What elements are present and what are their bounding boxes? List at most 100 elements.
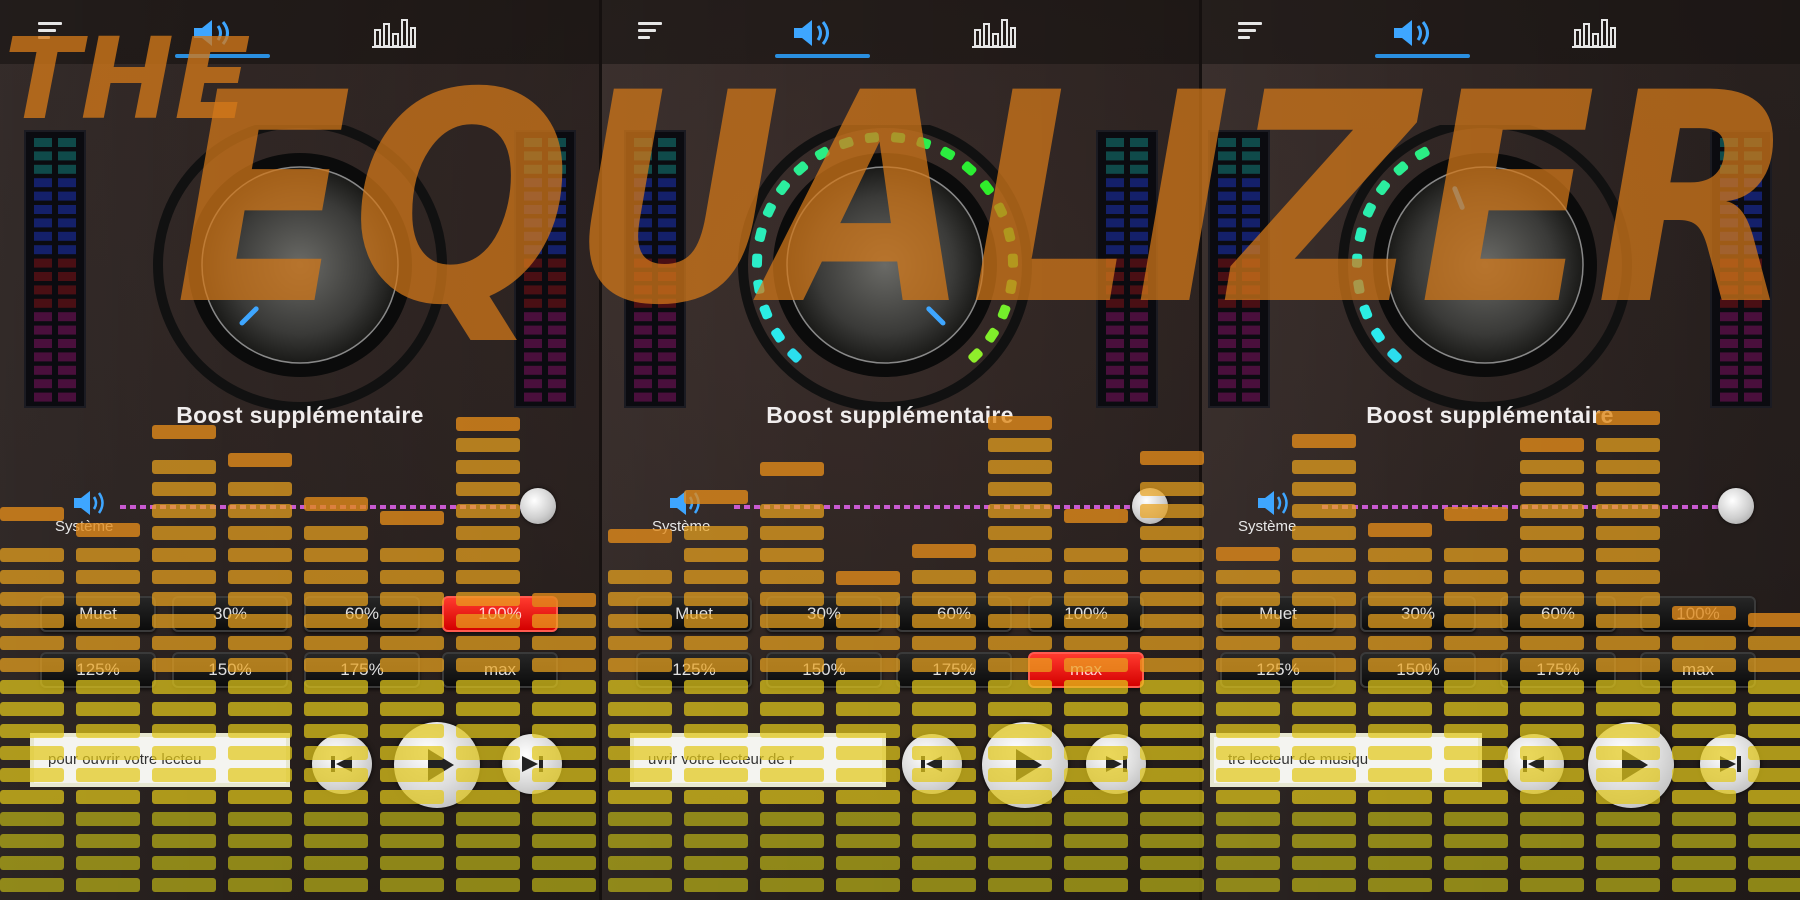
preset-button-150[interactable]: 150% [172, 652, 288, 688]
play-button[interactable] [394, 722, 480, 808]
vu-segment [34, 325, 52, 335]
skip-next-button[interactable] [1086, 734, 1146, 794]
vu-segment [1106, 231, 1124, 241]
vu-segment [658, 312, 676, 322]
preset-button-100[interactable]: 100% [1028, 596, 1144, 632]
preset-button-max[interactable]: max [1028, 652, 1144, 688]
vu-segment [634, 272, 652, 281]
preset-button-100[interactable]: 100% [442, 596, 558, 632]
system-volume-slider[interactable] [120, 488, 556, 524]
vu-segment [1106, 258, 1124, 268]
vu-segment [1744, 231, 1762, 241]
knob-dial[interactable] [1320, 125, 1650, 415]
preset-button-100[interactable]: 100% [1640, 596, 1756, 632]
play-button[interactable] [1588, 722, 1674, 808]
vu-segment [524, 325, 542, 335]
knob-level-segment [1605, 279, 1617, 294]
system-volume-slider[interactable] [1322, 488, 1754, 524]
equalizer-panel-2: Boost supplémentaire Système Muet 30% 60… [600, 0, 1200, 900]
preset-button-175[interactable]: 175% [1500, 652, 1616, 688]
knob-level-segment [890, 132, 906, 144]
equalizer-bars-icon[interactable] [970, 16, 1018, 50]
open-player-field[interactable]: pour ouvrir votre lecteu [30, 733, 290, 787]
vu-segment [524, 339, 542, 348]
preset-button-125[interactable]: 125% [1220, 652, 1336, 688]
vu-segment [58, 191, 76, 201]
preset-button-30[interactable]: 30% [766, 596, 882, 632]
preset-button-max[interactable]: max [1640, 652, 1756, 688]
vu-segment [1720, 258, 1738, 268]
knob-level-segment [412, 304, 426, 321]
skip-previous-button[interactable] [1504, 734, 1564, 794]
preset-button-125[interactable]: 125% [40, 652, 156, 688]
equalizer-bars-icon[interactable] [370, 16, 418, 50]
slider-track[interactable] [1322, 505, 1740, 509]
skip-previous-button[interactable] [902, 734, 962, 794]
preset-button-max[interactable]: max [442, 652, 558, 688]
preset-button-30[interactable]: 30% [172, 596, 288, 632]
vu-segment [1130, 191, 1148, 201]
slider-thumb[interactable] [1718, 488, 1754, 524]
vu-segment [34, 218, 52, 228]
vu-segment [634, 218, 652, 228]
vu-segment [1218, 218, 1236, 228]
boost-label: Boost supplémentaire [766, 402, 1014, 428]
vu-segment [34, 245, 52, 255]
preset-button-muet[interactable]: Muet [1220, 596, 1336, 632]
open-player-field[interactable]: uvrir votre lecteur de r [630, 733, 886, 787]
knob-level-segment [1579, 179, 1595, 196]
vu-segment [524, 352, 542, 362]
vu-segment [1242, 379, 1260, 389]
system-volume-slider[interactable] [734, 488, 1168, 524]
skip-previous-button[interactable] [312, 734, 372, 794]
slider-thumb[interactable] [1132, 488, 1168, 524]
preset-button-muet[interactable]: Muet [636, 596, 752, 632]
vu-segment [634, 178, 652, 188]
vu-segment [58, 312, 76, 322]
knob-level-segment [201, 347, 218, 364]
slider-track[interactable] [120, 505, 538, 509]
preset-button-60[interactable]: 60% [304, 596, 420, 632]
speaker-icon[interactable] [790, 16, 840, 50]
play-button[interactable] [982, 722, 1068, 808]
preset-button-175[interactable]: 175% [304, 652, 420, 688]
speaker-icon[interactable] [1390, 16, 1440, 50]
vu-segment [634, 339, 652, 348]
preset-button-30[interactable]: 30% [1360, 596, 1476, 632]
knob-dial[interactable] [135, 125, 465, 415]
vu-segment [1130, 151, 1148, 161]
vu-segment [658, 392, 676, 402]
preset-button-60[interactable]: 60% [1500, 596, 1616, 632]
knob-dial[interactable] [720, 125, 1050, 415]
vu-segment [1130, 352, 1148, 362]
skip-next-button[interactable] [502, 734, 562, 794]
boost-knob[interactable] [720, 125, 1050, 415]
speaker-icon[interactable] [190, 16, 240, 50]
slider-track[interactable] [734, 505, 1152, 509]
boost-knob[interactable] [135, 125, 465, 415]
vu-segment [658, 164, 676, 174]
vu-segment [1744, 138, 1762, 147]
vu-segment [1242, 285, 1260, 295]
knob-level-segment [394, 179, 410, 196]
menu-icon[interactable] [1238, 22, 1262, 42]
preset-button-60[interactable]: 60% [896, 596, 1012, 632]
preset-button-150[interactable]: 150% [1360, 652, 1476, 688]
knob-face [1386, 166, 1584, 364]
slider-thumb[interactable] [520, 488, 556, 524]
vu-segment [634, 191, 652, 201]
open-player-field[interactable]: tre lecteur de musiqu [1210, 733, 1482, 787]
knob-level-segment [751, 253, 763, 268]
preset-button-150[interactable]: 150% [766, 652, 882, 688]
vu-segment [1106, 392, 1124, 402]
vu-segment [634, 258, 652, 268]
skip-next-button[interactable] [1700, 734, 1760, 794]
knob-level-segment [1375, 180, 1391, 196]
preset-button-125[interactable]: 125% [636, 652, 752, 688]
boost-knob[interactable] [1320, 125, 1650, 415]
menu-icon[interactable] [638, 22, 662, 42]
preset-button-muet[interactable]: Muet [40, 596, 156, 632]
menu-icon[interactable] [38, 22, 62, 42]
equalizer-bars-icon[interactable] [1570, 16, 1618, 50]
preset-button-175[interactable]: 175% [896, 652, 1012, 688]
